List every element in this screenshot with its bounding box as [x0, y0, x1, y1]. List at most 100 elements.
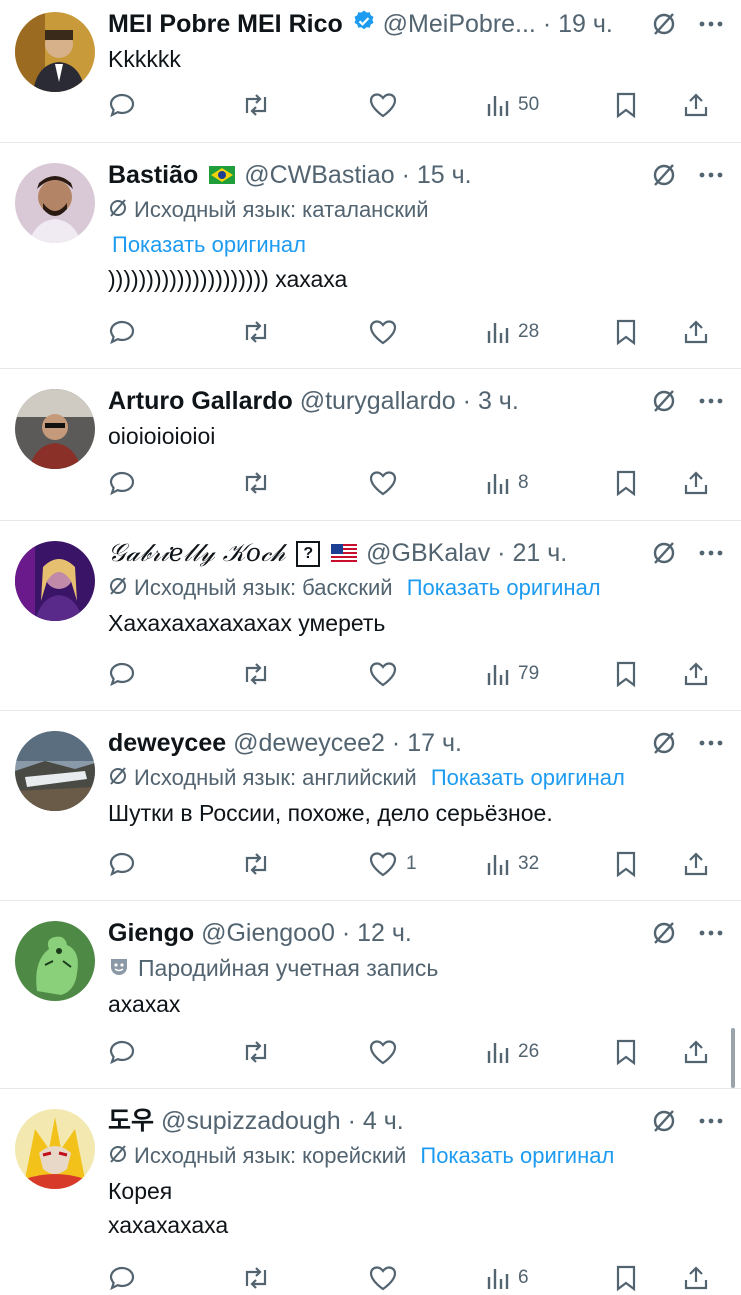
like-button[interactable]: 1	[368, 850, 486, 878]
views-button[interactable]: 26	[486, 1039, 614, 1065]
views-button[interactable]: 79	[486, 661, 614, 687]
timestamp[interactable]: 4 ч.	[363, 1107, 404, 1135]
bookmark-button[interactable]	[614, 91, 682, 119]
more-icon[interactable]	[699, 1117, 723, 1125]
like-button[interactable]	[368, 91, 486, 119]
retweet-button[interactable]	[240, 469, 368, 497]
reply-button[interactable]	[108, 1038, 240, 1066]
display-name[interactable]: Arturo Gallardo	[108, 387, 293, 415]
scrollbar-thumb[interactable]	[731, 1028, 735, 1088]
share-button[interactable]	[682, 318, 710, 346]
handle[interactable]: @MeiPobre...	[383, 10, 536, 38]
reply-button[interactable]	[108, 1264, 240, 1292]
retweet-button[interactable]	[240, 318, 368, 346]
avatar[interactable]	[15, 12, 95, 92]
like-button[interactable]	[368, 660, 486, 688]
tweet[interactable]: Arturo Gallardo @turygallardo · 3 ч. oio…	[0, 369, 741, 521]
retweet-button[interactable]	[240, 91, 368, 119]
show-original-link[interactable]: Показать оригинал	[112, 232, 306, 257]
grok-icon[interactable]	[651, 540, 677, 566]
share-button[interactable]	[682, 91, 710, 119]
display-name[interactable]: 𝒢𝒶𝒷𝓇𝒾𝑒𝓁𝓁𝓎 𝒦𝑜𝒸𝒽	[108, 538, 285, 567]
share-button[interactable]	[682, 850, 710, 878]
retweet-button[interactable]	[240, 660, 368, 688]
retweet-button[interactable]	[240, 1264, 368, 1292]
more-icon[interactable]	[699, 20, 723, 28]
more-icon[interactable]	[699, 549, 723, 557]
display-name[interactable]: deweycee	[108, 729, 226, 757]
more-icon[interactable]	[699, 739, 723, 747]
like-button[interactable]	[368, 1264, 486, 1292]
avatar[interactable]	[15, 1109, 95, 1189]
like-button[interactable]	[368, 469, 486, 497]
bookmark-button[interactable]	[614, 850, 682, 878]
reply-button[interactable]	[108, 318, 240, 346]
retweet-button[interactable]	[240, 850, 368, 878]
timestamp[interactable]: 3 ч.	[478, 387, 519, 415]
share-button[interactable]	[682, 469, 710, 497]
grok-icon[interactable]	[651, 388, 677, 414]
tweet-header: 도우 @supizzadough · 4 ч.	[108, 1103, 723, 1139]
avatar[interactable]	[15, 731, 95, 811]
tweet[interactable]: MEI Pobre MEI Rico @MeiPobre... · 19 ч. …	[0, 0, 741, 143]
tweet[interactable]: 𝒢𝒶𝒷𝓇𝒾𝑒𝓁𝓁𝓎 𝒦𝑜𝒸𝒽 ? @GBKalav · 21 ч. Исходн…	[0, 521, 741, 711]
display-name[interactable]: Bastião	[108, 161, 198, 189]
views-button[interactable]: 8	[486, 470, 614, 496]
display-name[interactable]: MEI Pobre MEI Rico	[108, 10, 343, 38]
handle[interactable]: @CWBastiao	[244, 161, 394, 189]
reply-button[interactable]	[108, 469, 240, 497]
grok-icon[interactable]	[651, 162, 677, 188]
handle[interactable]: @Giengoo0	[201, 919, 335, 947]
grok-icon[interactable]	[651, 920, 677, 946]
timestamp[interactable]: 19 ч.	[558, 10, 613, 38]
tweet[interactable]: Giengo @Giengoo0 · 12 ч. Пародийная учет…	[0, 901, 741, 1089]
bookmark-button[interactable]	[614, 1038, 682, 1066]
reply-button[interactable]	[108, 660, 240, 688]
more-icon[interactable]	[699, 929, 723, 937]
show-original-link[interactable]: Показать оригинал	[420, 1143, 614, 1168]
tweet[interactable]: deweycee @deweycee2 · 17 ч. Исходный язы…	[0, 711, 741, 901]
grok-icon[interactable]	[651, 730, 677, 756]
views-button[interactable]: 50	[486, 92, 614, 118]
timestamp[interactable]: 17 ч.	[407, 729, 462, 757]
handle[interactable]: @supizzadough	[161, 1107, 341, 1135]
reply-button[interactable]	[108, 91, 240, 119]
avatar[interactable]	[15, 921, 95, 1001]
grok-icon[interactable]	[651, 11, 677, 37]
show-original-link[interactable]: Показать оригинал	[407, 575, 601, 600]
reply-button[interactable]	[108, 850, 240, 878]
bookmark-button[interactable]	[614, 1264, 682, 1292]
timestamp[interactable]: 15 ч.	[417, 161, 472, 189]
grok-icon[interactable]	[651, 1108, 677, 1134]
avatar[interactable]	[15, 541, 95, 621]
timestamp[interactable]: 12 ч.	[357, 919, 412, 947]
tweet[interactable]: Bastião @CWBastiao · 15 ч. Исходный язык…	[0, 143, 741, 369]
tweet[interactable]: 도우 @supizzadough · 4 ч. Исходный язык: к…	[0, 1089, 741, 1292]
like-button[interactable]	[368, 318, 486, 346]
handle[interactable]: @turygallardo	[300, 387, 456, 415]
share-button[interactable]	[682, 1264, 710, 1292]
views-button[interactable]: 32	[486, 851, 614, 877]
separator-dot: ·	[462, 387, 471, 415]
bookmark-button[interactable]	[614, 660, 682, 688]
like-button[interactable]	[368, 1038, 486, 1066]
retweet-button[interactable]	[240, 1038, 368, 1066]
views-button[interactable]: 28	[486, 319, 614, 345]
views-button[interactable]: 6	[486, 1265, 614, 1291]
share-button[interactable]	[682, 1038, 710, 1066]
display-name[interactable]: 도우	[108, 1106, 154, 1135]
more-icon[interactable]	[699, 397, 723, 405]
show-original-link[interactable]: Показать оригинал	[431, 765, 625, 790]
bookmark-button[interactable]	[614, 318, 682, 346]
avatar[interactable]	[15, 389, 95, 469]
display-name[interactable]: Giengo	[108, 919, 194, 947]
handle[interactable]: @GBKalav	[366, 539, 490, 567]
handle[interactable]: @deweycee2	[233, 729, 385, 757]
tweet-text: ))))))))))))))))))))) хахаха	[108, 266, 348, 293]
share-button[interactable]	[682, 660, 710, 688]
more-icon[interactable]	[699, 171, 723, 179]
avatar[interactable]	[15, 163, 95, 243]
like-icon	[369, 662, 397, 687]
bookmark-button[interactable]	[614, 469, 682, 497]
timestamp[interactable]: 21 ч.	[512, 539, 567, 567]
